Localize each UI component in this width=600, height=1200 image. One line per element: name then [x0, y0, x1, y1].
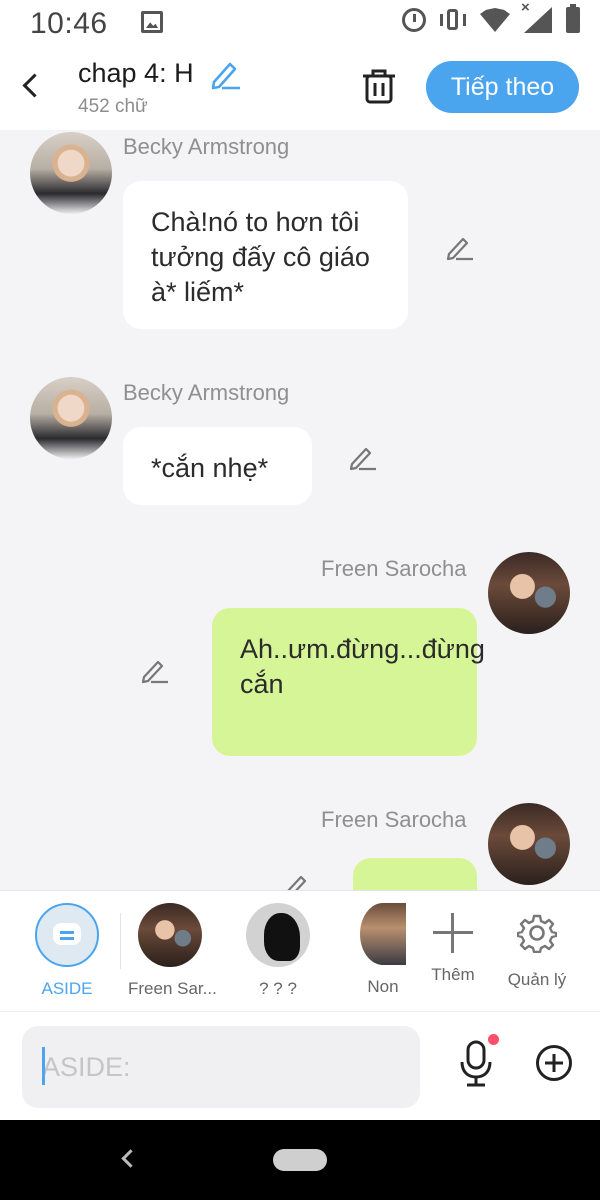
message-bubble[interactable]: Ah..ưm.đừng...đừng cắn [212, 608, 485, 756]
avatar-freen-sarocha[interactable] [488, 803, 570, 885]
avatar-non [360, 903, 406, 965]
avatar-freen-sarocha [138, 903, 202, 967]
signal-icon: × [521, 0, 552, 33]
add-character-label: Thêm [431, 965, 475, 984]
edit-message-pencil-icon[interactable] [283, 870, 313, 890]
character-aside[interactable]: ASIDE [26, 903, 108, 999]
message-bubble[interactable]: *cắn nhẹ* [123, 427, 312, 505]
text-caret [42, 1047, 45, 1085]
app-header: chap 4: H 452 chữ Tiếp theo [0, 48, 600, 130]
avatar-becky-armstrong[interactable] [30, 132, 112, 214]
chapter-title: chap 4: H [78, 58, 194, 88]
wifi-icon [480, 8, 510, 32]
manage-characters-button[interactable]: Quản lý [496, 903, 578, 990]
add-character-button[interactable]: Thêm [412, 903, 494, 985]
avatar-freen-sarocha[interactable] [488, 552, 570, 634]
edit-message-pencil-icon[interactable] [140, 655, 170, 685]
sender-name: Freen Sarocha [321, 556, 467, 581]
sender-name: Freen Sarocha [321, 807, 467, 832]
next-button[interactable]: Tiếp theo [426, 61, 579, 113]
nav-back-icon[interactable] [118, 1148, 136, 1170]
battery-icon [566, 4, 580, 33]
edit-message-pencil-icon[interactable] [445, 232, 475, 262]
chat-area[interactable]: Becky Armstrong Chà!nó to hơn tôi tưởng … [0, 130, 600, 890]
message-bubble[interactable] [353, 858, 477, 890]
edit-title-pencil-icon[interactable] [208, 58, 242, 90]
plus-circle-icon[interactable] [535, 1044, 573, 1082]
status-time: 10:46 [30, 7, 108, 40]
composer-bar [0, 1012, 600, 1120]
back-chevron-icon[interactable] [20, 72, 44, 100]
status-bar: 10:46 × [0, 0, 600, 48]
status-icons: × [402, 0, 580, 33]
alarm-icon [402, 8, 426, 32]
vibrate-icon [440, 8, 466, 32]
sender-name: Becky Armstrong [123, 134, 290, 159]
message-input[interactable] [22, 1026, 420, 1108]
character-label: ASIDE [41, 979, 93, 998]
character-unknown[interactable]: ? ? ? [237, 903, 319, 999]
word-count: 452 chữ [78, 96, 148, 117]
nav-home-pill[interactable] [273, 1149, 327, 1171]
message-bubble[interactable]: Chà!nó to hơn tôi tưởng đấy cô giáo à* l… [123, 181, 408, 329]
plus-icon [433, 913, 473, 953]
notification-dot [488, 1034, 499, 1045]
character-divider [120, 913, 121, 969]
aside-bubble-icon [35, 903, 99, 967]
character-freen[interactable]: Freen Sar... [128, 903, 217, 999]
avatar-becky-armstrong[interactable] [30, 377, 112, 459]
system-nav-bar [0, 1120, 600, 1200]
sender-name: Becky Armstrong [123, 380, 290, 405]
gear-icon [516, 914, 558, 954]
character-label: Freen Sar... [128, 979, 217, 998]
character-label: ? ? ? [259, 979, 297, 998]
edit-message-pencil-icon[interactable] [348, 442, 378, 472]
character-bar: ASIDE Freen Sar... ? ? ? Non Thêm Quản l… [0, 890, 600, 1012]
silhouette-avatar-icon [246, 903, 310, 967]
manage-label: Quản lý [507, 970, 567, 989]
trash-icon[interactable] [360, 66, 398, 106]
gallery-notification-icon [141, 11, 163, 33]
